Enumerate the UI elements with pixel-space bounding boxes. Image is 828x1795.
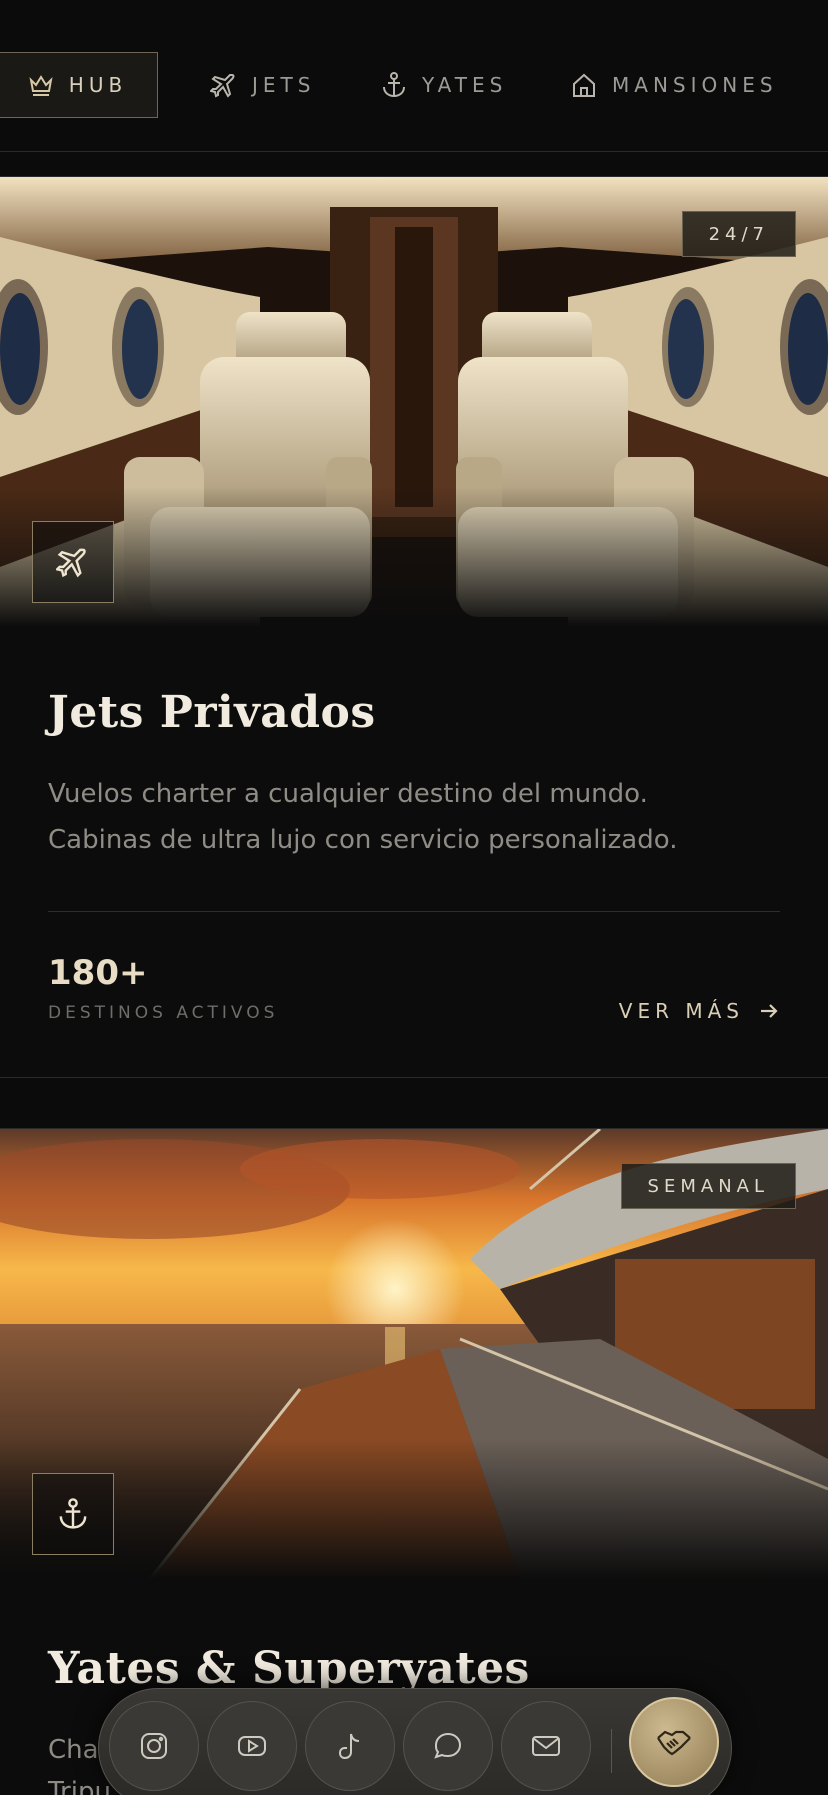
nav-tab-label: HUB [68,73,128,97]
tiktok-button[interactable] [305,1701,395,1791]
hero-fade [0,487,828,627]
ver-mas-label: VER MÁS [618,999,744,1023]
card-jets[interactable]: 24/7 Jets Privados Vuelos charter a cual… [0,176,828,1078]
anchor-icon [383,72,405,98]
card-description-line: Cabinas de ultra lujo con servicio perso… [48,825,678,855]
yachts-category-icon-box [32,1473,114,1555]
handshake-icon [657,1730,691,1756]
nav-tab-yates[interactable]: YATES [380,52,507,118]
youtube-icon [238,1736,266,1756]
nav-tab-jets[interactable]: JETS [210,52,315,118]
stat-label: DESTINOS ACTIVOS [48,1003,279,1023]
ver-mas-link[interactable]: VER MÁS [619,999,780,1023]
frequency-badge: SEMANAL [620,1163,796,1209]
dock-separator [611,1729,612,1773]
stat-value: 180+ [48,953,148,993]
plane-icon [56,548,86,578]
chat-button[interactable] [403,1701,493,1791]
nav-tab-mansiones[interactable]: MANSIONES [570,52,778,118]
chat-icon [434,1732,462,1759]
nav-tab-hub[interactable]: HUB [0,52,158,118]
jets-category-icon-box [32,521,114,603]
contact-main-button[interactable] [629,1697,719,1787]
mail-button[interactable] [501,1701,591,1791]
youtube-button[interactable] [207,1701,297,1791]
top-nav: HUB JETS YATES MANSIONES [0,0,828,152]
card-title: Yates & Superyates [48,1643,530,1694]
instagram-icon [141,1733,167,1759]
arrow-right-icon [761,1004,778,1018]
plane-icon [210,74,235,98]
nav-tab-label: MANSIONES [612,73,778,97]
social-dock [98,1688,732,1795]
divider [48,911,780,912]
card-description-line: Vuelos charter a cualquier destino del m… [48,779,648,809]
house-icon [573,73,595,97]
hero-fade [0,1439,828,1579]
nav-tab-label: JETS [252,73,316,97]
card-title: Jets Privados [48,687,376,738]
tiktok-icon [338,1733,360,1760]
crown-icon [29,75,53,96]
anchor-icon [59,1498,87,1529]
instagram-button[interactable] [109,1701,199,1791]
nav-tab-label: YATES [422,73,508,97]
mail-icon [532,1736,560,1756]
availability-badge: 24/7 [681,211,796,257]
